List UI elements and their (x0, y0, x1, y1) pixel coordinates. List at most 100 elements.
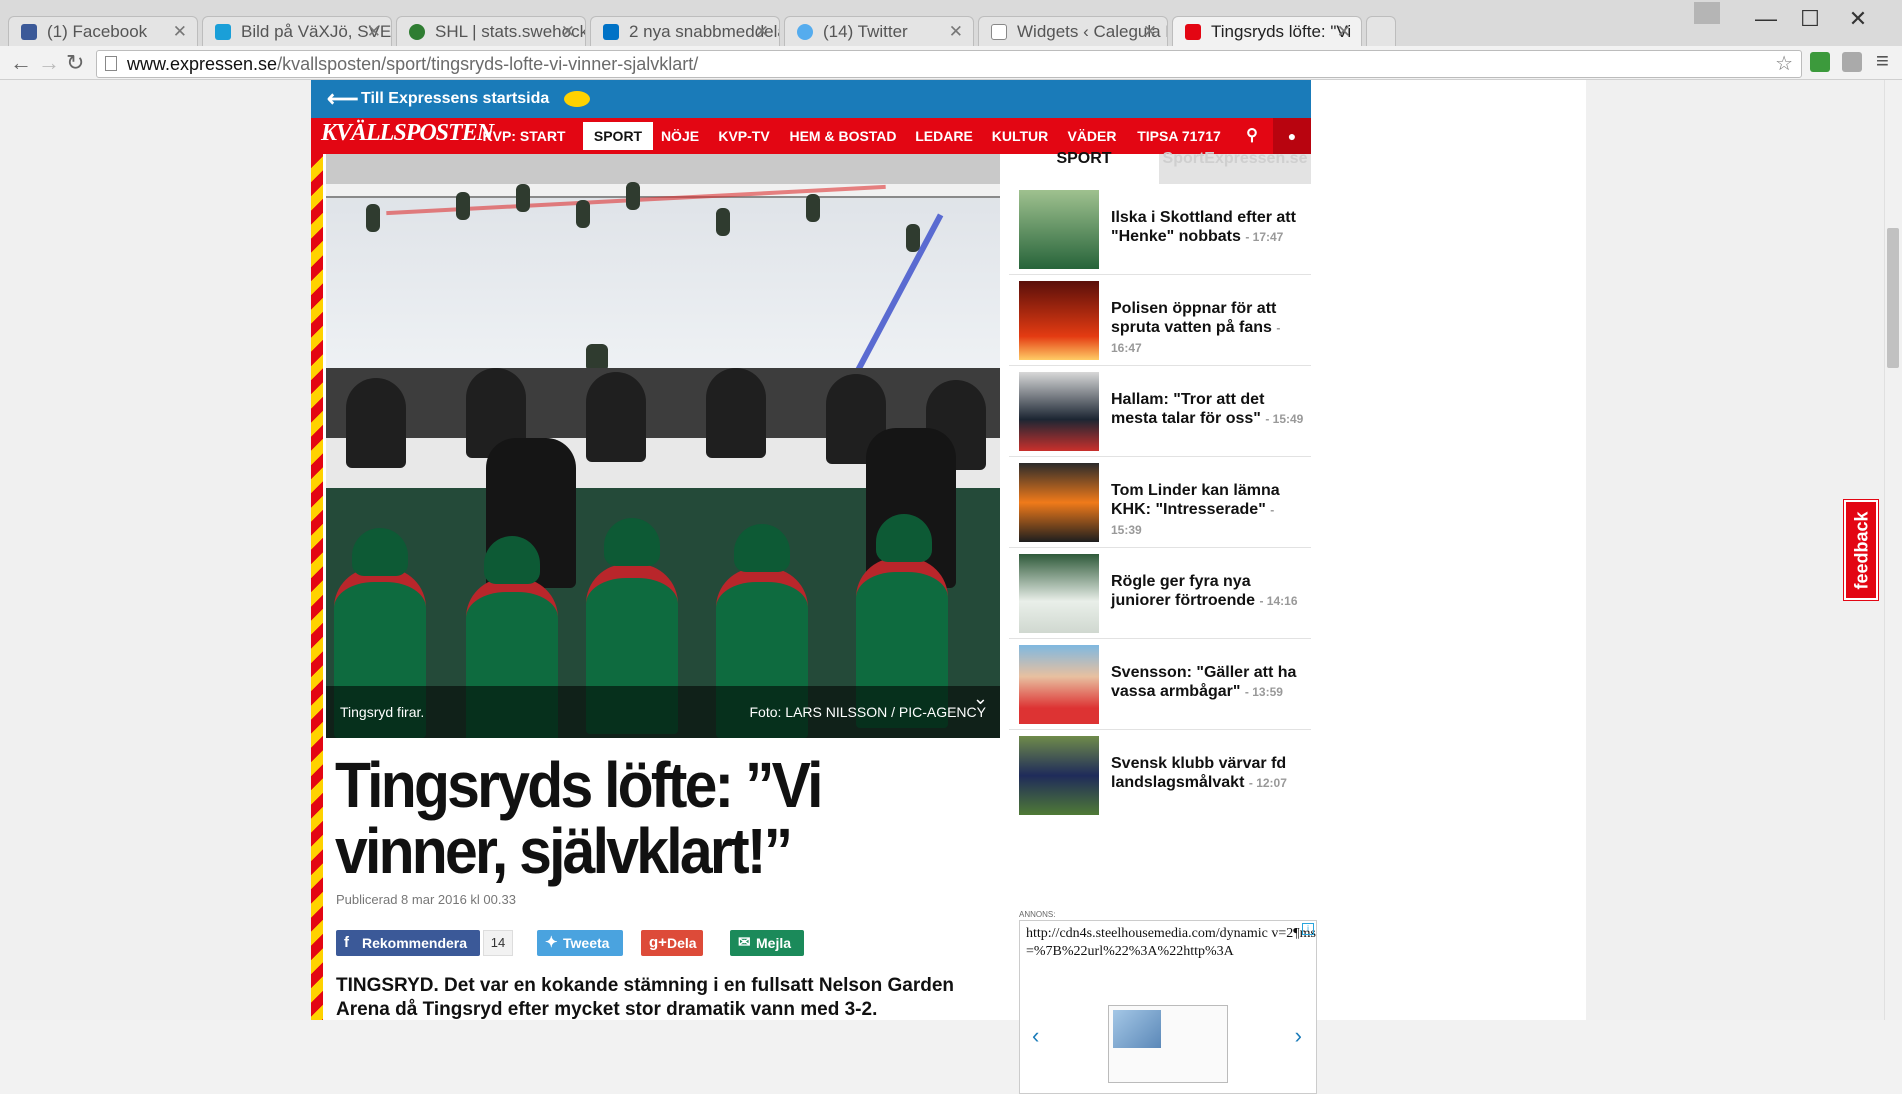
feedback-label: feedback (1851, 511, 1872, 590)
tweet-button[interactable]: ✦ Tweeta (537, 930, 623, 956)
close-tab-icon[interactable]: ✕ (367, 17, 381, 46)
scrollbar[interactable] (1884, 80, 1902, 1020)
news-title-wrap: Polisen öppnar för att spruta vatten på … (1111, 299, 1307, 358)
profile-icon[interactable] (1694, 2, 1720, 24)
news-title: Rögle ger fyra nya juniorer förtroende (1111, 573, 1256, 609)
fan-figure (586, 372, 646, 462)
tweet-button-label: Tweeta (563, 935, 610, 951)
nav-item-noje[interactable]: NÖJE (657, 118, 703, 154)
extension-puzzle-icon[interactable] (1842, 52, 1862, 72)
nav-item-tipsa[interactable]: TIPSA 71717 (1131, 118, 1227, 154)
page-favicon-icon (991, 24, 1007, 40)
fan-figure (706, 368, 766, 458)
nav-item-kvp-start[interactable]: KVP: START (479, 118, 569, 154)
browser-tab-shl[interactable]: SHL | stats.swehocke ✕ (396, 16, 586, 46)
news-title: Polisen öppnar för att spruta vatten på … (1111, 300, 1277, 336)
browser-tab-bild[interactable]: Bild på VäXJö, SVERI ✕ (202, 16, 392, 46)
ad-preview-photo (1113, 1010, 1161, 1048)
expressen-home-link[interactable]: Till Expressens startsida (361, 90, 549, 107)
news-title-wrap: Tom Linder kan lämna KHK: "Intresserade"… (1111, 481, 1307, 540)
facebook-count: 14 (483, 930, 513, 956)
ad-box[interactable]: http://cdn4s.steelhousemedia.com/dynamic… (1019, 920, 1317, 1094)
ad-next-icon[interactable]: › (1295, 1023, 1302, 1049)
email-share-button[interactable]: ✉ Mejla (730, 930, 804, 956)
player-helmet (734, 524, 790, 572)
news-item[interactable]: Hallam: "Tror att det mesta talar för os… (1009, 366, 1311, 457)
ad-preview-image (1108, 1005, 1228, 1083)
expressen-logo-icon (563, 90, 590, 107)
news-title-wrap: Svensson: "Gäller att ha vassa armbågar"… (1111, 663, 1307, 702)
close-tab-icon[interactable]: ✕ (1337, 17, 1351, 46)
news-time: - 15:49 (1265, 412, 1304, 426)
nav-item-kvp-tv[interactable]: KVP-TV (711, 118, 777, 154)
news-item[interactable]: Svensson: "Gäller att ha vassa armbågar"… (1009, 639, 1311, 730)
bookmark-star-icon[interactable]: ☆ (1775, 51, 1793, 77)
nav-item-kultur[interactable]: KULTUR (987, 118, 1053, 154)
facebook-recommend-button[interactable]: f Rekommendera (336, 930, 480, 956)
nav-item-ledare[interactable]: LEDARE (909, 118, 979, 154)
sidebar: SPORT SportExpressen.se Ilska i Skottlan… (1009, 151, 1317, 1094)
close-tab-icon[interactable]: ✕ (755, 17, 769, 46)
kvallsposten-logo[interactable]: KVÄLLSPOSTEN (321, 120, 494, 147)
tab-sportexpressen[interactable]: SportExpressen.se (1159, 151, 1311, 184)
tab-title: (1) Facebook (47, 22, 148, 41)
maximize-icon[interactable]: ☐ (1788, 6, 1832, 32)
player-figure (516, 184, 530, 212)
browser-tab-widgets[interactable]: Widgets ‹ Calegula F ✕ (978, 16, 1168, 46)
player-figure (366, 204, 380, 232)
browser-tab-outlook[interactable]: 2 nya snabbmeddela ✕ (590, 16, 780, 46)
tab-title: (14) Twitter (823, 22, 908, 41)
kvallsposten-favicon-icon (1185, 24, 1201, 40)
main-navigation: KVÄLLSPOSTEN KVP: START SPORT NÖJE KVP-T… (311, 118, 1311, 154)
news-thumbnail (1019, 281, 1099, 360)
site-wrapper: ⟵ Till Expressens startsida KVÄLLSPOSTEN… (311, 80, 1586, 1094)
address-bar-row: ← → ↻ www.expressen.se/kvallsposten/spor… (0, 46, 1902, 80)
minimize-icon[interactable]: — (1744, 6, 1788, 32)
close-tab-icon[interactable]: ✕ (173, 17, 187, 46)
news-item[interactable]: Tom Linder kan lämna KHK: "Intresserade"… (1009, 457, 1311, 548)
article-lead: TINGSRYD. Det var en kokande stämning i … (336, 974, 996, 1022)
player-figure (626, 182, 640, 210)
scrollbar-thumb[interactable] (1887, 228, 1899, 368)
nav-item-hem-bostad[interactable]: HEM & BOSTAD (785, 118, 901, 154)
search-icon[interactable]: ⚲ (1235, 118, 1269, 154)
reload-icon[interactable]: ↻ (66, 50, 84, 76)
close-tab-icon[interactable]: ✕ (949, 17, 963, 46)
bild-favicon-icon (215, 24, 231, 40)
back-icon[interactable]: ← (10, 50, 32, 76)
decorative-stripe (311, 154, 323, 1020)
browser-tab-kvallsposten[interactable]: Tingsryds löfte: "Vi ✕ (1172, 16, 1362, 46)
nav-item-sport[interactable]: SPORT (583, 122, 653, 150)
ad-prev-icon[interactable]: ‹ (1032, 1023, 1039, 1049)
expressen-top-bar[interactable]: ⟵ Till Expressens startsida (311, 80, 1311, 118)
news-item[interactable]: Rögle ger fyra nya juniorer förtroende -… (1009, 548, 1311, 639)
google-share-button[interactable]: g+ Dela (641, 930, 703, 956)
browser-tab-twitter[interactable]: (14) Twitter ✕ (784, 16, 974, 46)
feedback-button[interactable]: feedback (1844, 500, 1878, 600)
menu-icon[interactable]: ≡ (1876, 48, 1889, 74)
url-path: /kvallsposten/sport/tingsryds-lofte-vi-v… (277, 54, 699, 74)
browser-tab-facebook[interactable]: (1) Facebook ✕ (8, 16, 198, 46)
close-tab-icon[interactable]: ✕ (1143, 17, 1157, 46)
chevron-down-icon[interactable]: ⌄ (973, 672, 988, 724)
url-field[interactable]: www.expressen.se/kvallsposten/sport/ting… (96, 50, 1802, 78)
news-time: - 17:47 (1245, 230, 1284, 244)
facebook-favicon-icon (21, 24, 37, 40)
close-tab-icon[interactable]: ✕ (561, 17, 575, 46)
user-icon[interactable]: ● (1273, 118, 1311, 154)
adchoices-icon[interactable]: i (1302, 923, 1314, 935)
hero-image[interactable]: Tingsryd firar. Foto: LARS NILSSON / PIC… (326, 154, 1000, 738)
new-tab-button[interactable] (1366, 16, 1396, 46)
extension-icon[interactable] (1810, 52, 1830, 72)
news-item[interactable]: Svensk klubb värvar fd landslagsmålvakt … (1009, 730, 1311, 821)
lead-dateline: TINGSRYD. (336, 975, 439, 996)
player-figure (576, 200, 590, 228)
nav-item-vader[interactable]: VÄDER (1061, 118, 1123, 154)
forward-icon[interactable]: → (38, 50, 60, 76)
tab-sport[interactable]: SPORT (1009, 151, 1159, 184)
news-item[interactable]: Polisen öppnar för att spruta vatten på … (1009, 275, 1311, 366)
close-window-icon[interactable]: ✕ (1836, 6, 1880, 32)
news-item[interactable]: Ilska i Skottland efter att "Henke" nobb… (1009, 184, 1311, 275)
tab-title: Tingsryds löfte: "Vi (1211, 22, 1352, 41)
news-title-wrap: Rögle ger fyra nya juniorer förtroende -… (1111, 572, 1307, 611)
